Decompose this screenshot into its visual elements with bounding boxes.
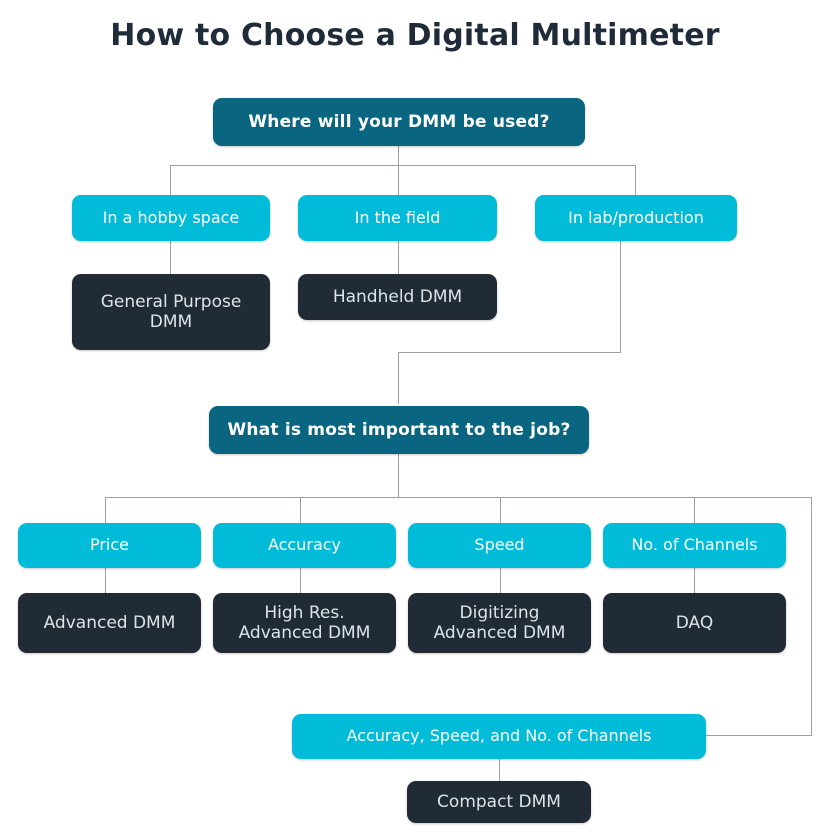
question-box-most-important[interactable]: What is most important to the job? [209,406,589,454]
page-title: How to Choose a Digital Multimeter [110,18,720,53]
connector-q2-bus [105,497,812,498]
connector-q1-to-lab [635,165,636,195]
choice-box-lab-production[interactable]: In lab/production [535,195,737,241]
connector-q1-to-hobby [170,165,171,195]
question-box-where-used[interactable]: Where will your DMM be used? [213,98,585,146]
result-box-daq[interactable]: DAQ [603,593,786,653]
choice-box-price[interactable]: Price [18,523,201,568]
choice-box-accuracy-speed-channels[interactable]: Accuracy, Speed, and No. of Channels [292,714,706,759]
connector-q2-to-speed [500,497,501,523]
connector-speed-to-digitizing [500,568,501,593]
result-box-handheld-dmm[interactable]: Handheld DMM [298,274,497,320]
connector-right-rail-to-combined [706,735,812,736]
result-box-digitizing-advanced-dmm[interactable]: Digitizing Advanced DMM [408,593,591,653]
connector-q2-to-accuracy [300,497,301,523]
choice-box-speed[interactable]: Speed [408,523,591,568]
connector-q2-right-rail [811,497,812,736]
choice-box-hobby-space[interactable]: In a hobby space [72,195,270,241]
result-box-general-purpose-dmm[interactable]: General Purpose DMM [72,274,270,350]
connector-q2-stem [398,454,399,498]
result-box-high-res-advanced-dmm[interactable]: High Res. Advanced DMM [213,593,396,653]
flowchart-canvas: How to Choose a Digital Multimeter Where… [0,0,830,835]
connector-q1-to-field [398,165,399,195]
result-box-compact-dmm[interactable]: Compact DMM [407,781,591,823]
connector-lab-down [620,241,621,353]
connector-price-to-advanced [105,568,106,593]
connector-lab-left [398,352,621,353]
choice-box-in-the-field[interactable]: In the field [298,195,497,241]
result-box-advanced-dmm[interactable]: Advanced DMM [18,593,201,653]
connector-q1-stem [398,145,399,166]
connector-lab-to-q2 [398,352,399,404]
choice-box-accuracy[interactable]: Accuracy [213,523,396,568]
connector-combined-to-compact [499,759,500,781]
connector-q2-to-channels [694,497,695,523]
connector-hobby-to-general-purpose [170,241,171,274]
connector-q2-to-price [105,497,106,523]
connector-q1-bus [170,165,636,166]
connector-channels-to-daq [694,568,695,593]
choice-box-no-of-channels[interactable]: No. of Channels [603,523,786,568]
connector-accuracy-to-highres [300,568,301,593]
connector-field-to-handheld [398,241,399,274]
